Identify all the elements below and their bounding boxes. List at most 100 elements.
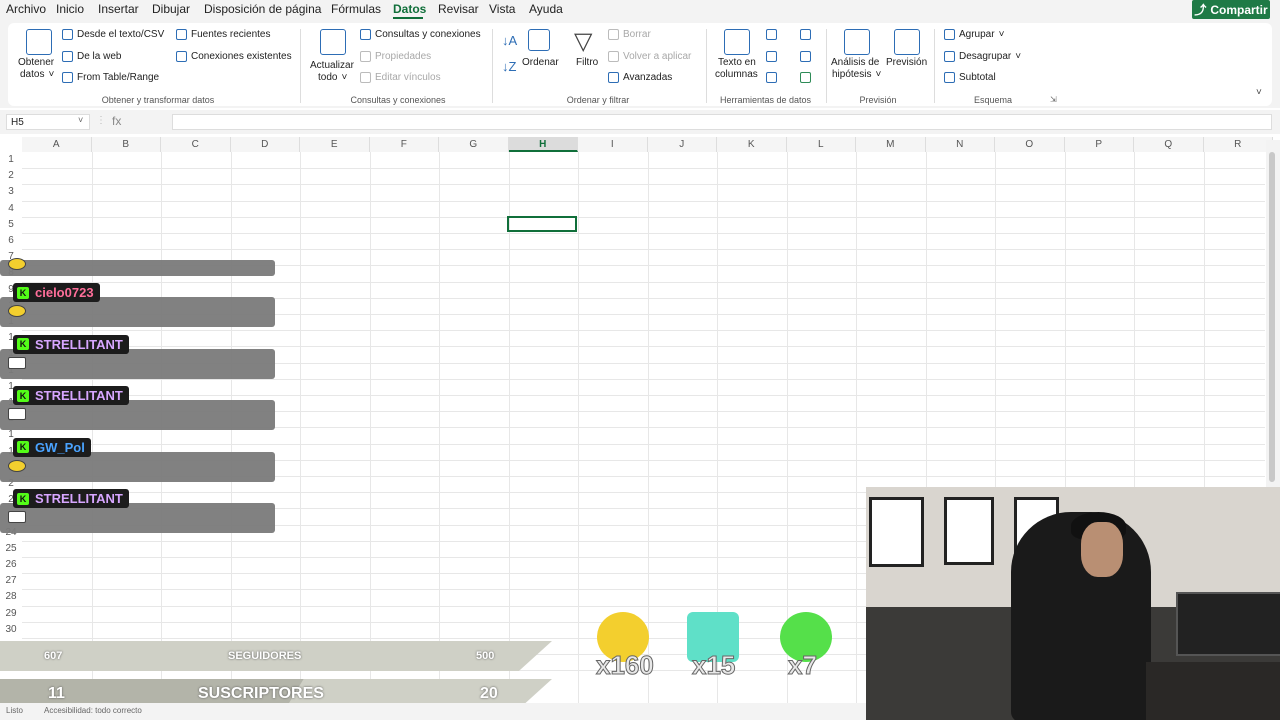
text-to-columns-icon [724,29,750,55]
existing-connections-button[interactable]: Conexiones existentes [176,51,292,62]
chat-username: STRELLITANT [35,336,123,352]
menu-dibujar[interactable]: Dibujar [152,2,190,16]
what-if-label-2: hipótesis ˅ [832,69,882,80]
desk [1146,662,1280,720]
refresh-all-button[interactable]: Actualizar [310,60,354,71]
group-label-forecast: Previsión [859,95,897,105]
row-header[interactable]: 1 [0,152,22,168]
column-header-p[interactable]: P [1064,137,1134,152]
accessibility-status[interactable]: Accesibilidad: todo correcto [44,706,142,715]
get-data-button[interactable]: Obtener [18,57,54,68]
kick-badge-icon: K [17,441,29,454]
forecast-button[interactable]: Previsión [886,57,927,68]
scrollbar-thumb[interactable] [1269,152,1275,482]
row-header[interactable]: 4 [0,201,22,217]
menu-ayuda[interactable]: Ayuda [529,2,563,16]
name-box-dropdown-icon[interactable]: ˅ [78,115,83,125]
row-header[interactable]: 5 [0,217,22,233]
sub-count-3: x7 [788,650,818,681]
sort-az-icon[interactable]: ↓A [502,33,517,48]
group-button[interactable]: Agrupar ˅ [944,29,1004,40]
text-csv-button[interactable]: Desde el texto/CSV [62,29,164,40]
column-header-j[interactable]: J [647,137,717,152]
column-header-l[interactable]: L [786,137,856,152]
row-header[interactable]: 30 [0,622,22,638]
menu-revisar[interactable]: Revisar [438,2,479,16]
collapse-ribbon-icon[interactable]: ˅ [1256,87,1262,98]
row-header[interactable]: 25 [0,541,22,557]
fx-label[interactable]: fx [112,114,121,128]
column-header-f[interactable]: F [369,137,439,152]
gridline [22,249,1265,251]
column-header-b[interactable]: B [91,137,161,152]
column-header-a[interactable]: A [22,137,92,152]
column-header-h[interactable]: H [508,137,578,152]
gridline [91,152,93,720]
column-header-m[interactable]: M [856,137,926,152]
group-label-queries: Consultas y conexiones [350,95,446,105]
row-header[interactable]: 29 [0,606,22,622]
clear-button[interactable]: Borrar [608,29,651,40]
row-header[interactable]: 6 [0,233,22,249]
menu-vista[interactable]: Vista [489,2,515,16]
column-header-k[interactable]: K [717,137,787,152]
data-validation-icon[interactable] [766,72,777,83]
row-header[interactable]: 26 [0,557,22,573]
reapply-button[interactable]: Volver a aplicar [608,51,691,62]
followers-current: 607 [44,650,63,662]
data-model-icon[interactable] [800,72,811,83]
pencil-emote-icon [8,356,26,369]
consolidate-icon[interactable] [800,29,811,40]
advanced-button[interactable]: Avanzadas [608,72,672,83]
text-to-columns-label-2: columnas [715,69,758,80]
relationships-icon[interactable] [800,51,811,62]
group-icon [944,29,955,40]
column-header-g[interactable]: G [439,137,509,152]
selected-cell[interactable] [507,216,577,232]
subtotal-button[interactable]: Subtotal [944,72,996,83]
text-to-columns-button[interactable]: Texto en [718,57,756,68]
gridline [439,152,440,720]
row-header[interactable]: 28 [0,589,22,605]
subscribers-current: 11 [48,685,65,702]
menu-inicio[interactable]: Inicio [56,2,84,16]
pencil-emote-icon [8,408,26,421]
column-header-i[interactable]: I [578,137,648,152]
row-header[interactable]: 2 [0,168,22,184]
vertical-scrollbar[interactable] [1266,140,1280,490]
filter-button[interactable]: Filtro [576,57,598,68]
dialog-launcher-icon[interactable]: ⇲ [1050,95,1057,104]
ungroup-button[interactable]: Desagrupar ˅ [944,51,1021,62]
formula-input[interactable] [172,114,1272,130]
remove-duplicates-icon[interactable] [766,51,777,62]
menu-formulas[interactable]: Fórmulas [331,2,381,16]
from-table-button[interactable]: From Table/Range [62,72,159,83]
column-header-d[interactable]: D [230,137,300,152]
from-web-button[interactable]: De la web [62,51,121,62]
column-header-n[interactable]: N [925,137,995,152]
share-button[interactable]: ⤴ Compartir [1192,0,1270,19]
column-header-r[interactable]: R [1203,137,1273,152]
column-header-c[interactable]: C [161,137,231,152]
column-header-q[interactable]: Q [1134,137,1204,152]
queries-connections-button[interactable]: Consultas y conexiones [360,29,481,40]
recent-sources-button[interactable]: Fuentes recientes [176,29,271,40]
column-header-o[interactable]: O [995,137,1065,152]
sort-za-icon[interactable]: ↓Z [502,59,516,74]
followers-goal-bar: 607 SEGUIDORES 500 [0,641,552,671]
column-header-e[interactable]: E [300,137,370,152]
kick-badge-icon: K [17,286,29,299]
chat-username-tag: K STRELLITANT [13,489,129,509]
row-header[interactable]: 27 [0,573,22,589]
flash-fill-icon[interactable] [766,29,777,40]
menu-disposicion[interactable]: Disposición de página [204,2,321,16]
menu-insertar[interactable]: Insertar [98,2,139,16]
properties-button[interactable]: Propiedades [360,51,431,62]
followers-target: 500 [476,650,495,662]
what-if-button[interactable]: Análisis de [831,57,879,68]
menu-datos[interactable]: Datos [393,2,426,16]
sort-button[interactable]: Ordenar [522,57,559,68]
row-header[interactable]: 3 [0,184,22,200]
menu-archivo[interactable]: Archivo [6,2,46,16]
edit-links-button[interactable]: Editar vínculos [360,72,441,83]
